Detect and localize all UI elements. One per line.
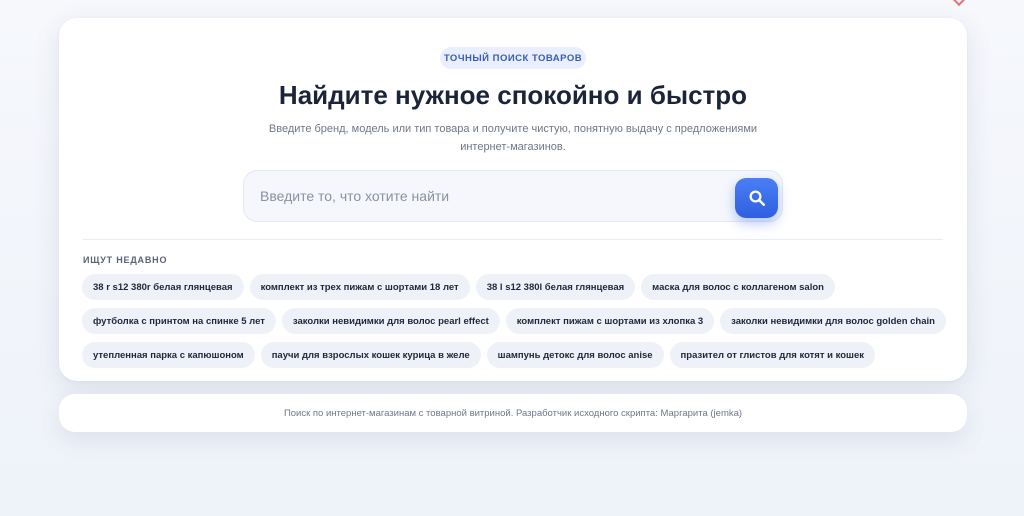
chip-row: утепленная парка с капюшоном паучи для в… [82,342,942,368]
recent-search-chip[interactable]: заколки невидимки для волос pearl effect [281,308,500,334]
search-input[interactable] [260,171,700,221]
recent-search-chip[interactable]: 38 r s12 380r белая глянцевая [82,274,244,300]
page-title: Найдите нужное спокойно и быстро [278,80,748,110]
recent-search-chip[interactable]: маска для волос с коллагеном salon [641,274,835,300]
page-subtitle: Введите бренд, модель или тип товара и п… [268,123,758,153]
recent-search-chip[interactable]: 38 l s12 380l белая глянцевая [475,274,636,300]
recent-search-chip[interactable]: комплект пижам с шортами из хлопка 3 [505,308,715,334]
footer: Поиск по интернет-магазинам с товарной в… [59,394,967,432]
search-button[interactable] [735,178,778,218]
search-card: ТОЧНЫЙ ПОИСК ТОВАРОВ Найдите нужное спок… [59,18,967,381]
recent-search-chip[interactable]: шампунь детокс для волос anise [486,342,664,368]
recent-search-chip[interactable]: заколки невидимки для волос golden chain [720,308,946,334]
recent-search-chip[interactable]: футболка с принтом на спинке 5 лет [82,308,276,334]
recent-searches-list: 38 r s12 380r белая глянцевая комплект и… [82,274,946,376]
corner-decoration [951,0,967,7]
recent-searches-label: ИЩУТ НЕДАВНО [83,255,168,265]
search-icon [749,190,765,206]
search-bar [243,170,783,222]
recent-search-chip[interactable]: празител от глистов для котят и кошек [669,342,876,368]
footer-text: Поиск по интернет-магазинам с товарной в… [283,407,743,419]
recent-search-chip[interactable]: паучи для взрослых кошек курица в желе [260,342,481,368]
divider [83,239,943,240]
hero-badge: ТОЧНЫЙ ПОИСК ТОВАРОВ [440,47,586,69]
recent-search-chip[interactable]: утепленная парка с капюшоном [82,342,255,368]
chip-row: футболка с принтом на спинке 5 лет закол… [82,308,946,334]
recent-search-chip[interactable]: комплект из трех пижам с шортами 18 лет [249,274,470,300]
chip-row: 38 r s12 380r белая глянцевая комплект и… [82,274,942,300]
